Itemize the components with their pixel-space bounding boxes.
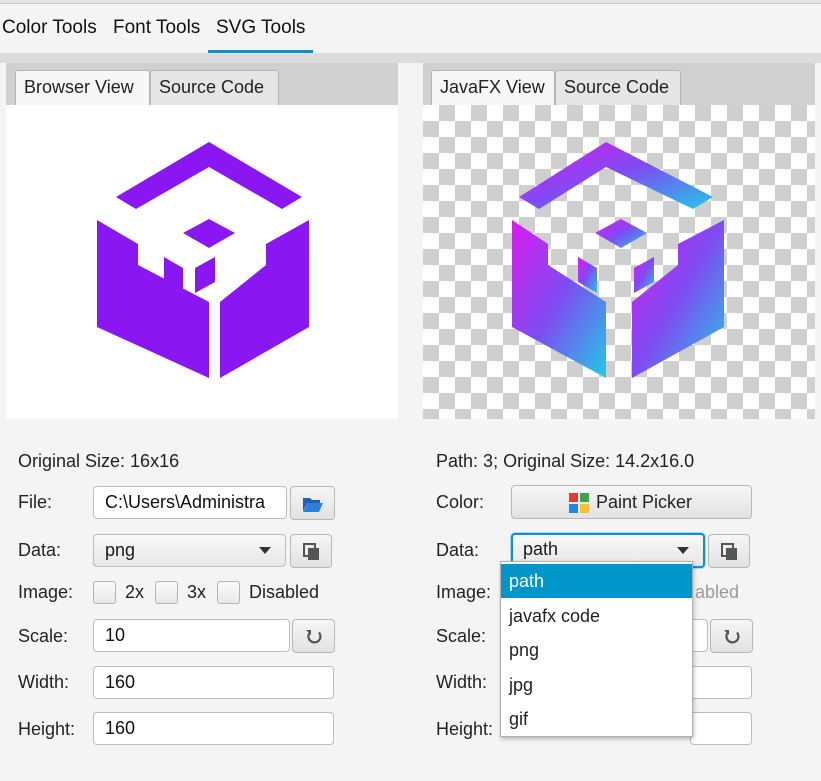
tab-color-tools[interactable]: Color Tools	[2, 5, 97, 53]
path-count: 3	[483, 451, 494, 471]
path-label: Path:	[436, 451, 479, 471]
tab-font-tools[interactable]: Font Tools	[113, 5, 200, 53]
right-preview-tabs: JavaFX View Source Code	[423, 63, 815, 105]
cube-left-face	[97, 220, 209, 378]
tab-left-source-code[interactable]: Source Code	[150, 70, 279, 105]
cube-right-face	[632, 220, 724, 378]
left-reset-scale-button[interactable]	[292, 619, 335, 653]
left-data-combo[interactable]: png	[93, 534, 286, 567]
folder-open-icon	[303, 498, 323, 512]
left-height-field[interactable]: 160	[93, 712, 334, 745]
file-path-field[interactable]: C:\Users\Administra	[93, 486, 287, 519]
browser-view-canvas	[6, 105, 398, 419]
tab-content-border	[0, 53, 821, 63]
refresh-icon	[306, 630, 322, 644]
right-original-size: ; Original Size: 14.2x16.0	[493, 451, 695, 471]
left-scale-label: Scale:	[18, 626, 69, 646]
dropdown-option-png[interactable]: png	[501, 633, 692, 667]
right-disabled-label: abled	[695, 582, 740, 602]
left-data-label: Data:	[18, 540, 62, 560]
right-width-field[interactable]	[690, 666, 752, 699]
cube-inner-top	[183, 219, 235, 248]
cube-left-face	[512, 220, 606, 378]
right-copy-button[interactable]	[708, 534, 750, 568]
left-image-label: Image:	[18, 582, 74, 602]
left-data-value: png	[105, 540, 136, 560]
left-scale-field[interactable]: 10	[93, 619, 290, 652]
cube-top-face	[116, 142, 302, 209]
copy-icon	[303, 543, 319, 560]
checkbox-2x-label: 2x	[125, 582, 145, 602]
chevron-down-icon	[677, 547, 689, 554]
paint-picker-label: Paint Picker	[596, 492, 693, 512]
color-label: Color:	[436, 492, 485, 512]
right-height-field[interactable]	[690, 712, 752, 745]
dropdown-option-gif[interactable]: gif	[501, 702, 692, 736]
checkbox-2x[interactable]	[93, 581, 116, 604]
tab-svg-tools[interactable]: SVG Tools	[208, 5, 314, 53]
tab-javafx-view[interactable]: JavaFX View	[431, 70, 555, 105]
left-width-field[interactable]: 160	[93, 666, 334, 699]
checkbox-3x-label: 3x	[187, 582, 207, 602]
dropdown-option-jpg[interactable]: jpg	[501, 668, 692, 702]
color-palette-icon	[569, 493, 589, 513]
main-tab-bar: Color Tools Font Tools SVG Tools	[0, 5, 821, 53]
checkbox-3x[interactable]	[155, 581, 178, 604]
checkbox-disabled-label: Disabled	[249, 582, 320, 602]
left-height-label: Height:	[18, 719, 76, 739]
right-path-info: Path: 3; Original Size: 14.2x16.0	[436, 451, 694, 472]
javafx-preview-panel: JavaFX View Source Code	[423, 63, 815, 423]
right-reset-scale-button[interactable]	[710, 619, 753, 653]
right-scale-label: Scale:	[436, 626, 487, 646]
left-copy-button[interactable]	[290, 534, 332, 568]
checkbox-disabled[interactable]	[217, 581, 240, 604]
chevron-down-icon	[259, 547, 271, 554]
file-label: File:	[18, 492, 53, 512]
right-height-label: Height:	[436, 719, 494, 739]
browser-preview-panel: Browser View Source Code	[6, 63, 398, 423]
cube-inner-top	[595, 219, 647, 248]
left-width-label: Width:	[18, 672, 70, 692]
left-original-size: Original Size: 16x16	[18, 451, 180, 471]
tab-right-source-code[interactable]: Source Code	[555, 70, 681, 105]
right-width-label: Width:	[436, 672, 488, 692]
javafx-view-canvas	[423, 105, 815, 419]
left-preview-tabs: Browser View Source Code	[6, 63, 398, 105]
dropdown-option-javafx-code[interactable]: javafx code	[501, 599, 692, 633]
copy-icon	[721, 543, 737, 560]
dropdown-option-path[interactable]: path	[501, 564, 692, 598]
right-data-label: Data:	[436, 540, 480, 560]
refresh-icon	[724, 630, 740, 644]
cube-top-face	[519, 142, 713, 209]
right-data-value: path	[523, 539, 559, 559]
cube-logo-icon	[97, 142, 309, 378]
cube-gradient-logo-icon	[512, 142, 724, 378]
right-image-label: Image:	[436, 582, 492, 602]
open-file-button[interactable]	[290, 486, 335, 520]
window-top-edge	[0, 0, 821, 4]
tab-browser-view[interactable]: Browser View	[15, 70, 150, 105]
data-format-dropdown: path javafx code png jpg gif	[500, 561, 693, 737]
cube-inner-right	[195, 257, 215, 293]
cube-right-face	[220, 220, 309, 378]
paint-picker-button[interactable]: Paint Picker	[511, 485, 752, 519]
